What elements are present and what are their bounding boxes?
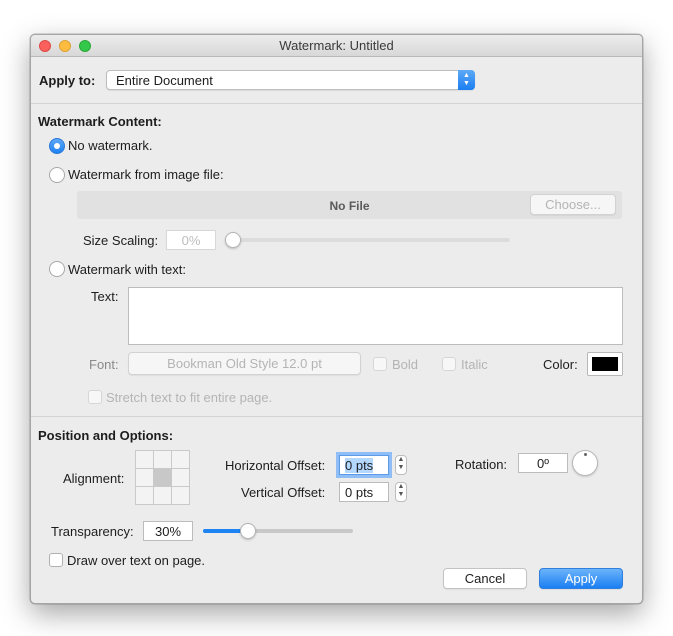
- no-watermark-radio[interactable]: [49, 138, 65, 154]
- divider: [31, 416, 642, 417]
- horizontal-offset-value: 0 pts: [345, 458, 374, 473]
- alignment-cell[interactable]: [153, 486, 172, 505]
- rotation-dial-indicator: [584, 453, 587, 456]
- alignment-label: Alignment:: [63, 471, 125, 486]
- vertical-offset-stepper[interactable]: ▲ ▼: [395, 482, 407, 502]
- alignment-cell[interactable]: [135, 486, 154, 505]
- bold-checkbox[interactable]: [373, 357, 387, 371]
- vertical-offset-field[interactable]: 0 pts: [339, 482, 389, 502]
- horizontal-offset-stepper[interactable]: ▲ ▼: [395, 455, 407, 475]
- font-label: Font:: [89, 357, 119, 372]
- transparency-slider-track[interactable]: [203, 529, 353, 533]
- window-title: Watermark: Untitled: [279, 38, 394, 53]
- alignment-cell[interactable]: [171, 468, 190, 487]
- transparency-field[interactable]: 30%: [143, 521, 193, 541]
- rotation-dial[interactable]: [572, 450, 598, 476]
- color-well[interactable]: [587, 352, 623, 376]
- alignment-cell[interactable]: [135, 468, 154, 487]
- color-label: Color:: [543, 357, 578, 372]
- draw-over-text-checkbox[interactable]: [49, 553, 63, 567]
- stretch-text-checkbox[interactable]: [88, 390, 102, 404]
- apply-button[interactable]: Apply: [539, 568, 623, 589]
- alignment-cell[interactable]: [171, 486, 190, 505]
- file-drop-area: No File Choose...: [77, 191, 622, 219]
- transparency-label: Transparency:: [51, 524, 134, 539]
- choose-file-button[interactable]: Choose...: [530, 194, 616, 215]
- position-options-heading: Position and Options:: [38, 428, 174, 443]
- rotation-label: Rotation:: [455, 457, 508, 472]
- popup-chevron-icon: ▲ ▼: [458, 70, 475, 90]
- watermark-content-heading: Watermark Content:: [38, 114, 162, 129]
- font-button[interactable]: Bookman Old Style 12.0 pt: [128, 352, 361, 375]
- size-scaling-label: Size Scaling:: [83, 233, 159, 248]
- stretch-text-label: Stretch text to fit entire page.: [106, 390, 273, 405]
- horizontal-offset-label: Horizontal Offset:: [225, 458, 326, 473]
- italic-checkbox[interactable]: [442, 357, 456, 371]
- apply-to-popup[interactable]: Entire Document ▲ ▼: [106, 70, 475, 90]
- vertical-offset-label: Vertical Offset:: [241, 485, 326, 500]
- alignment-cell[interactable]: [171, 450, 190, 469]
- apply-to-label: Apply to:: [39, 73, 96, 88]
- color-swatch: [592, 357, 618, 371]
- image-watermark-radio[interactable]: [49, 167, 65, 183]
- image-watermark-label: Watermark from image file:: [68, 167, 224, 182]
- watermark-dialog: Watermark: Untitled Apply to: Entire Doc…: [30, 34, 643, 604]
- cancel-button[interactable]: Cancel: [443, 568, 527, 589]
- watermark-text-area[interactable]: [128, 287, 623, 345]
- title-bar: Watermark: Untitled: [31, 35, 642, 57]
- text-label: Text:: [91, 289, 119, 304]
- no-watermark-label: No watermark.: [68, 138, 153, 153]
- horizontal-offset-field[interactable]: 0 pts: [339, 455, 389, 475]
- alignment-cell-selected[interactable]: [153, 468, 172, 487]
- alignment-cell[interactable]: [153, 450, 172, 469]
- bold-label: Bold: [392, 357, 419, 372]
- alignment-grid[interactable]: [135, 450, 190, 505]
- size-scaling-field[interactable]: 0%: [166, 230, 216, 250]
- rotation-field[interactable]: 0º: [518, 453, 568, 473]
- transparency-slider-knob[interactable]: [240, 523, 256, 539]
- text-watermark-radio[interactable]: [49, 261, 65, 277]
- draw-over-text-label: Draw over text on page.: [67, 553, 206, 568]
- alignment-cell[interactable]: [135, 450, 154, 469]
- divider: [31, 103, 642, 104]
- italic-label: Italic: [461, 357, 488, 372]
- text-watermark-label: Watermark with text:: [68, 262, 186, 277]
- size-scaling-slider-track[interactable]: [231, 238, 510, 242]
- size-scaling-slider-knob[interactable]: [225, 232, 241, 248]
- apply-to-value: Entire Document: [116, 73, 213, 88]
